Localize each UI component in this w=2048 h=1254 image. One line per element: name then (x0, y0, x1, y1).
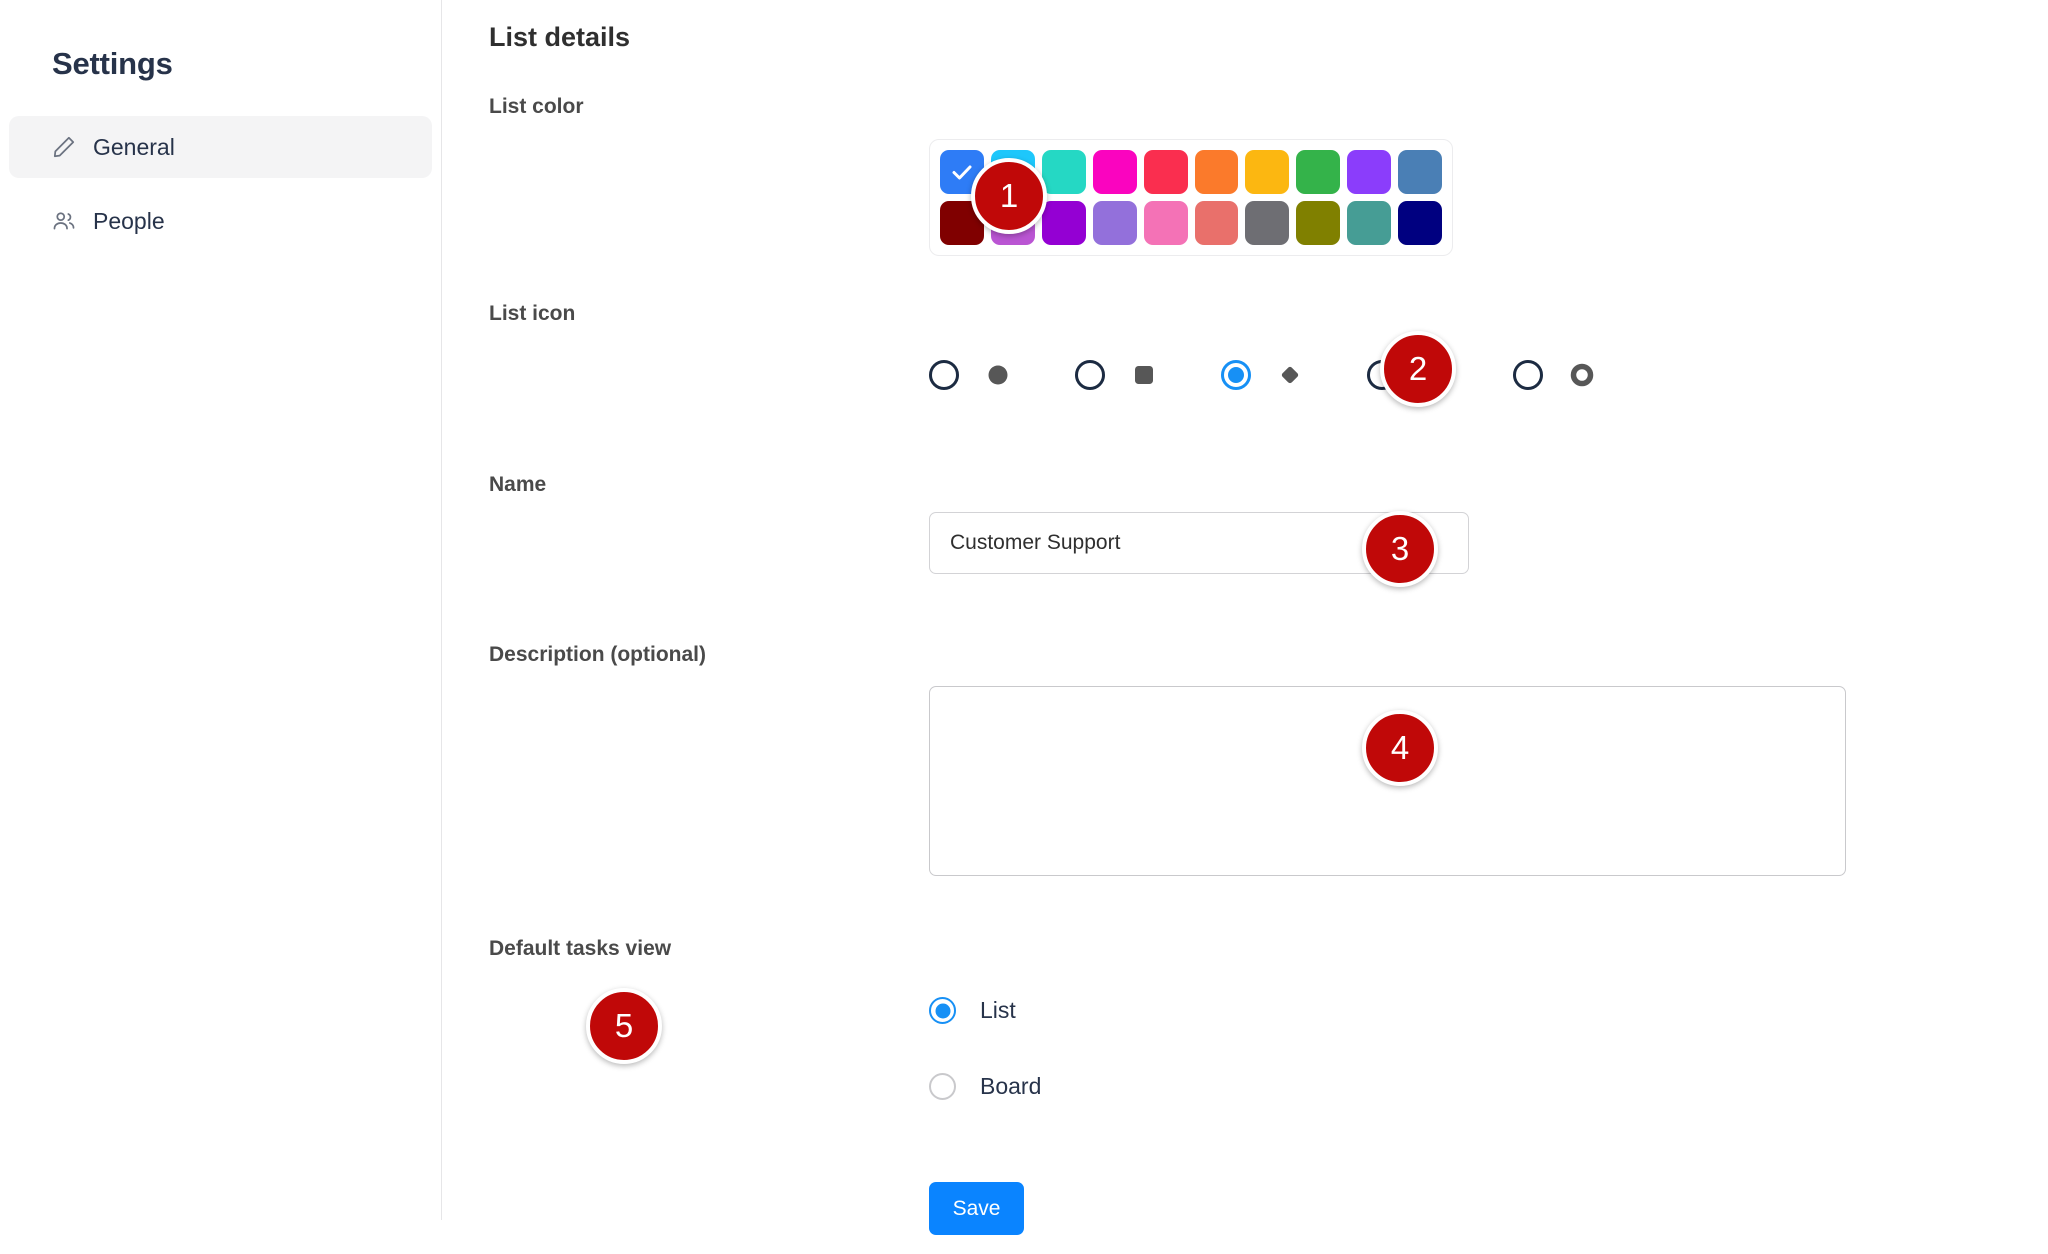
list-icon-option-diamond[interactable] (1221, 360, 1303, 390)
list-color-label: List color (489, 95, 584, 118)
radio-square-icon[interactable] (1075, 360, 1105, 390)
list-icon-option-circle[interactable] (929, 360, 1011, 390)
color-swatch[interactable] (1245, 150, 1290, 194)
people-icon (51, 208, 77, 234)
annotation-badge-5: 5 (586, 988, 662, 1064)
default-view-option-list[interactable]: List (929, 997, 1016, 1024)
sidebar: Settings General People (0, 0, 442, 1254)
main-content: List details List color List icon Name C… (442, 0, 2048, 1254)
color-swatch[interactable] (1143, 150, 1188, 194)
list-details-title: List details (489, 22, 631, 52)
color-swatch[interactable] (1194, 150, 1239, 194)
sidebar-item-general[interactable]: General (9, 116, 432, 178)
default-view-board-label: Board (980, 1073, 1042, 1099)
donut-icon (1569, 362, 1595, 388)
sidebar-item-people[interactable]: People (9, 190, 432, 252)
check-icon (952, 165, 972, 180)
description-label: Description (optional) (489, 643, 706, 666)
save-button[interactable]: Save (929, 1182, 1024, 1235)
default-view-option-board[interactable]: Board (929, 1073, 1041, 1100)
default-view-list-label: List (980, 997, 1016, 1023)
color-swatch[interactable] (1143, 201, 1188, 245)
settings-page: Settings General People List details Lis… (0, 0, 2048, 1254)
color-swatch[interactable] (1296, 201, 1341, 245)
radio-donut-icon[interactable] (1513, 360, 1543, 390)
circle-icon (985, 362, 1011, 388)
diamond-icon (1277, 362, 1303, 388)
list-icon-option-donut[interactable] (1513, 360, 1595, 390)
radio-circle-icon[interactable] (929, 360, 959, 390)
color-swatch[interactable] (1194, 201, 1239, 245)
list-icon-option-square[interactable] (1075, 360, 1157, 390)
default-tasks-view-label: Default tasks view (489, 937, 672, 960)
radio-diamond-icon[interactable] (1221, 360, 1251, 390)
color-swatch[interactable] (1092, 201, 1137, 245)
annotation-badge-4: 4 (1362, 710, 1438, 786)
color-swatch[interactable] (1092, 150, 1137, 194)
color-swatch[interactable] (1347, 150, 1392, 194)
sidebar-item-people-label: People (93, 207, 165, 234)
color-swatch[interactable] (1398, 150, 1443, 194)
annotation-badge-3: 3 (1362, 511, 1438, 587)
list-icon-options (929, 360, 1595, 390)
radio-board-view[interactable] (929, 1073, 956, 1100)
annotation-badge-1: 1 (971, 158, 1047, 234)
color-swatch[interactable] (1245, 201, 1290, 245)
square-icon (1131, 362, 1157, 388)
color-swatch[interactable] (1041, 201, 1086, 245)
name-label: Name (489, 473, 547, 496)
color-swatch[interactable] (1296, 150, 1341, 194)
color-swatch[interactable] (1398, 201, 1443, 245)
color-swatch[interactable] (1041, 150, 1086, 194)
annotation-badge-2: 2 (1380, 331, 1456, 407)
list-icon-label: List icon (489, 302, 576, 325)
page-heading: Settings (52, 46, 173, 81)
sidebar-item-general-label: General (93, 133, 175, 160)
pencil-icon (51, 134, 77, 160)
color-swatch[interactable] (1347, 201, 1392, 245)
radio-list-view[interactable] (929, 997, 956, 1024)
